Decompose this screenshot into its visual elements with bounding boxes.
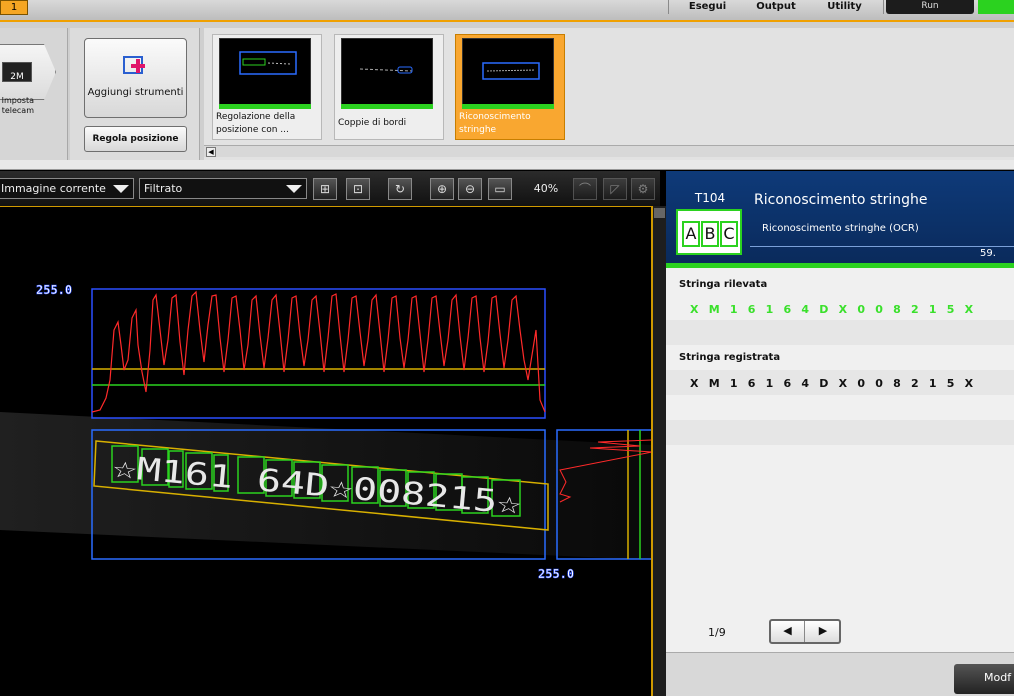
thumbnail-label: Regolazione della posizione con ... bbox=[216, 112, 296, 135]
step-tab[interactable]: 1 bbox=[0, 0, 28, 15]
thumbnail-image bbox=[219, 38, 311, 108]
filter-value: Filtrato bbox=[144, 182, 183, 195]
ocr-letter-a: A bbox=[682, 221, 700, 247]
status-ok-bar bbox=[666, 263, 1014, 268]
registered-string-label: Stringa registrata bbox=[679, 352, 781, 363]
thumbnail-label: Coppie di bordi bbox=[338, 118, 407, 128]
next-page-button[interactable]: ▶ bbox=[806, 621, 840, 642]
page-indicator: 1/9 bbox=[708, 626, 726, 639]
thumbnail-position-adjust[interactable]: Regolazione della posizione con ... bbox=[212, 34, 322, 140]
thumbnail-image bbox=[341, 38, 433, 108]
ocr-letter-b: B bbox=[701, 221, 719, 247]
add-tools-label: Aggiungi strumenti bbox=[87, 87, 184, 98]
camera-setup-label: Imposta telecam bbox=[1, 96, 34, 115]
triangle-right-icon: ▶ bbox=[818, 624, 828, 637]
tool-name: Riconoscimento stringhe bbox=[754, 192, 928, 208]
filter-select[interactable]: Filtrato bbox=[139, 178, 307, 199]
image-source-select[interactable]: Immagine corrente bbox=[0, 178, 134, 199]
thumbnail-status-bar bbox=[219, 104, 311, 109]
scroll-up-icon[interactable] bbox=[654, 208, 665, 218]
detected-string-label: Stringa rilevata bbox=[679, 279, 768, 290]
thumbnail-edge-pairs[interactable]: Coppie di bordi bbox=[334, 34, 444, 140]
status-button[interactable] bbox=[978, 0, 1014, 14]
prev-page-button[interactable]: ◀ bbox=[771, 621, 805, 642]
camera-resolution: 2M bbox=[10, 72, 24, 82]
ocr-letter-c: C bbox=[720, 221, 738, 247]
add-tool-icon bbox=[123, 56, 145, 74]
layout-icon[interactable]: ⊞ bbox=[313, 178, 337, 200]
image-source-value: Immagine corrente bbox=[1, 182, 106, 195]
fit-screen-icon[interactable]: ▭ bbox=[488, 178, 512, 200]
scroll-left-icon[interactable]: ◀ bbox=[206, 147, 216, 157]
list-row-stripe bbox=[666, 320, 1014, 345]
tool-subtitle: Riconoscimento stringhe (OCR) bbox=[762, 223, 919, 234]
waveform-icon[interactable]: ⌒ bbox=[573, 178, 597, 200]
registered-string-value: X M 1 6 1 6 4 D X 0 0 8 2 1 5 X bbox=[690, 377, 977, 390]
app-window: 1 Esegui Output Utility Run 2M Imposta t… bbox=[0, 0, 1014, 696]
list-row-stripe bbox=[666, 420, 1014, 445]
canvas-scrollbar[interactable] bbox=[653, 206, 666, 696]
settings-icon[interactable]: ⚙ bbox=[631, 178, 655, 200]
thumbnail-scrollbar[interactable]: ◀ bbox=[204, 145, 1014, 157]
refresh-icon[interactable]: ↻ bbox=[388, 178, 412, 200]
tool-score: 59. bbox=[980, 248, 996, 259]
zoom-out-icon[interactable]: ⊖ bbox=[458, 178, 482, 200]
adjust-position-button[interactable]: Regola posizione bbox=[84, 126, 187, 152]
zoom-level: 40% bbox=[533, 182, 559, 195]
thumbnail-status-bar bbox=[341, 104, 433, 109]
thumbnail-status-bar bbox=[462, 104, 554, 109]
thumbnail-string-recognition[interactable]: Riconoscimento stringhe bbox=[455, 34, 565, 140]
camera-icon: 2M bbox=[2, 62, 32, 82]
thumbnail-label: Riconoscimento stringhe bbox=[459, 112, 531, 135]
zoom-in-icon[interactable]: ⊕ bbox=[430, 178, 454, 200]
menu-utility[interactable]: Utility bbox=[806, 0, 884, 14]
menu-output[interactable]: Output bbox=[746, 0, 806, 14]
triangle-left-icon: ◀ bbox=[783, 624, 792, 637]
add-tools-button[interactable]: Aggiungi strumenti bbox=[84, 38, 187, 118]
run-button[interactable]: Run bbox=[886, 0, 974, 14]
chevron-down-icon bbox=[286, 185, 302, 193]
menu-esegui[interactable]: Esegui bbox=[668, 0, 746, 14]
detected-string-value: X M 1 6 1 6 4 D X 0 0 8 2 1 5 X bbox=[690, 303, 977, 316]
tool-thumbnail-strip bbox=[204, 28, 1014, 160]
thumbnail-image bbox=[462, 38, 554, 108]
lock-image-icon[interactable]: ⊡ bbox=[346, 178, 370, 200]
pager: ◀ ▶ bbox=[769, 619, 841, 644]
canvas-frame bbox=[0, 206, 653, 696]
score-divider bbox=[750, 246, 1014, 247]
ocr-tool-icon: A B C bbox=[676, 209, 742, 255]
ribbon-bottom-edge bbox=[0, 160, 1014, 170]
modify-button[interactable]: Modf bbox=[954, 664, 1014, 694]
tool-id: T104 bbox=[694, 191, 726, 205]
chevron-down-icon bbox=[113, 185, 129, 193]
crop-icon[interactable]: ◸ bbox=[603, 178, 627, 200]
